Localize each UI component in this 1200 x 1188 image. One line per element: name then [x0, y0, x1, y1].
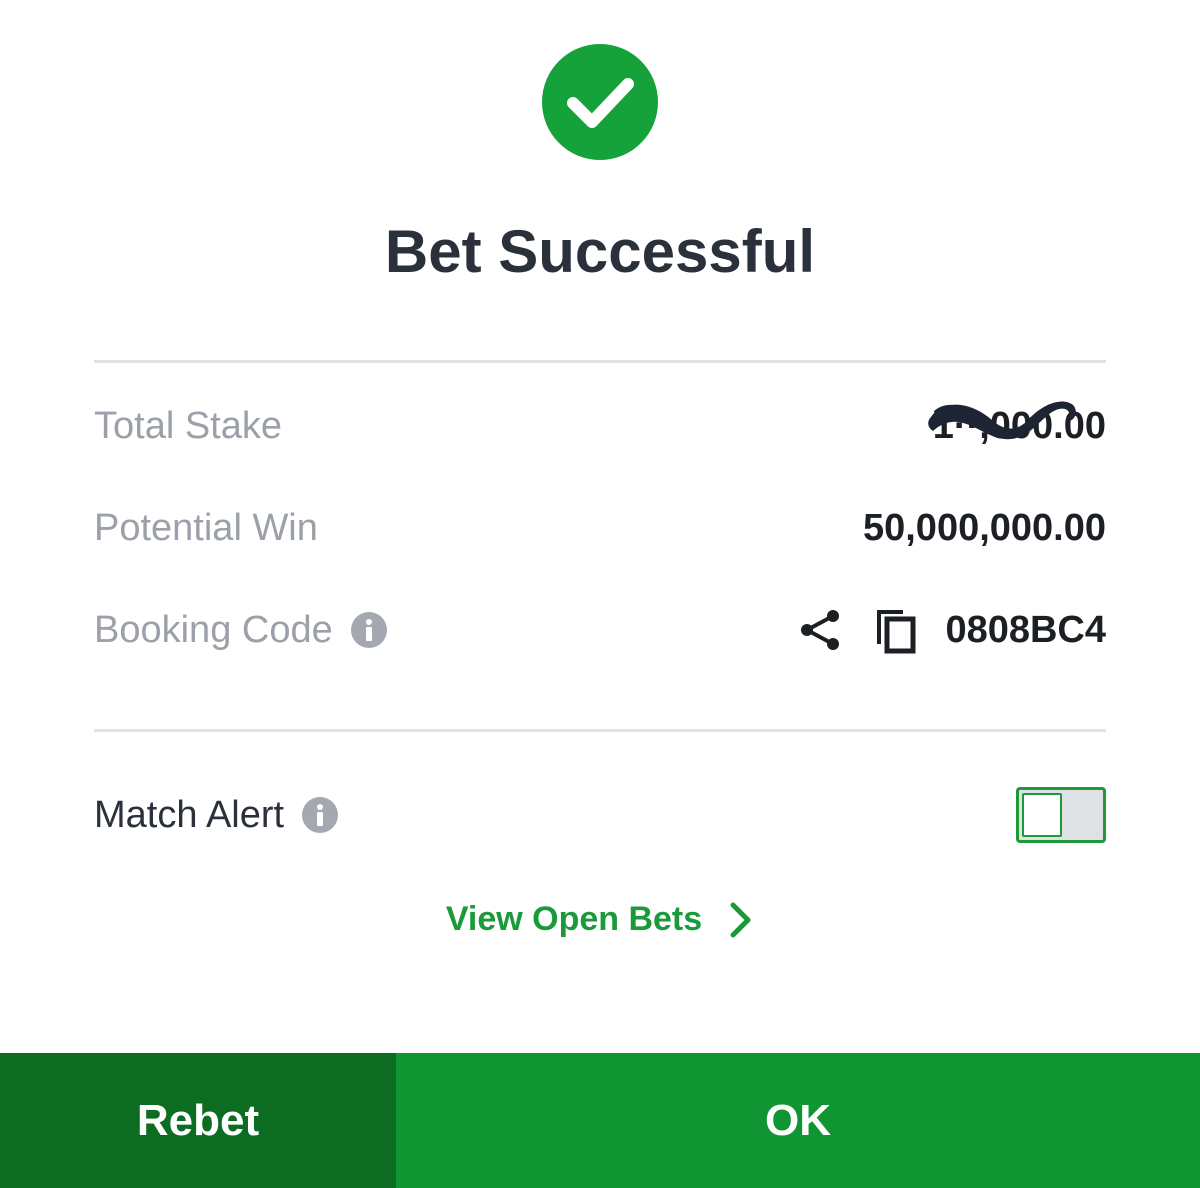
divider — [94, 729, 1106, 732]
footer-actions: Rebet OK — [0, 1053, 1200, 1188]
booking-code-label: Booking Code — [94, 608, 333, 651]
info-icon[interactable] — [302, 797, 339, 833]
booking-code-row: Booking Code 0808BC4 — [94, 600, 1106, 660]
total-stake-value: 1··,000.00 — [927, 401, 1106, 448]
potential-win-row: Potential Win 50,000,000.00 — [94, 498, 1106, 558]
match-alert-label-group: Match Alert — [94, 793, 339, 837]
booking-code-label-group: Booking Code — [94, 609, 387, 652]
bet-success-dialog: Bet Successful Total Stake 1··,000.00 Po… — [0, 0, 1200, 1188]
page-title: Bet Successful — [384, 218, 816, 285]
mustache-scribble — [927, 401, 1076, 439]
total-stake-row: Total Stake 1··,000.00 — [94, 396, 1106, 456]
total-stake-label: Total Stake — [94, 404, 282, 447]
info-icon[interactable] — [350, 612, 387, 648]
rebet-button[interactable]: Rebet — [0, 1053, 396, 1188]
check-circle-icon — [542, 44, 658, 160]
booking-code-actions: 0808BC4 — [799, 606, 1106, 654]
divider — [94, 360, 1106, 363]
match-alert-toggle[interactable] — [1016, 787, 1106, 843]
match-alert-label: Match Alert — [94, 793, 285, 836]
toggle-knob — [1022, 793, 1062, 837]
potential-win-label: Potential Win — [94, 506, 318, 549]
share-icon[interactable] — [799, 608, 843, 652]
copy-icon[interactable] — [873, 606, 917, 654]
booking-code-value: 0808BC4 — [945, 608, 1106, 651]
potential-win-value: 50,000,000.00 — [862, 506, 1106, 549]
match-alert-row: Match Alert — [94, 785, 1106, 845]
view-open-bets-link[interactable]: View Open Bets — [0, 900, 1200, 939]
ok-button[interactable]: OK — [396, 1053, 1200, 1188]
view-open-bets-label: View Open Bets — [445, 900, 703, 938]
chevron-right-icon — [730, 902, 751, 937]
